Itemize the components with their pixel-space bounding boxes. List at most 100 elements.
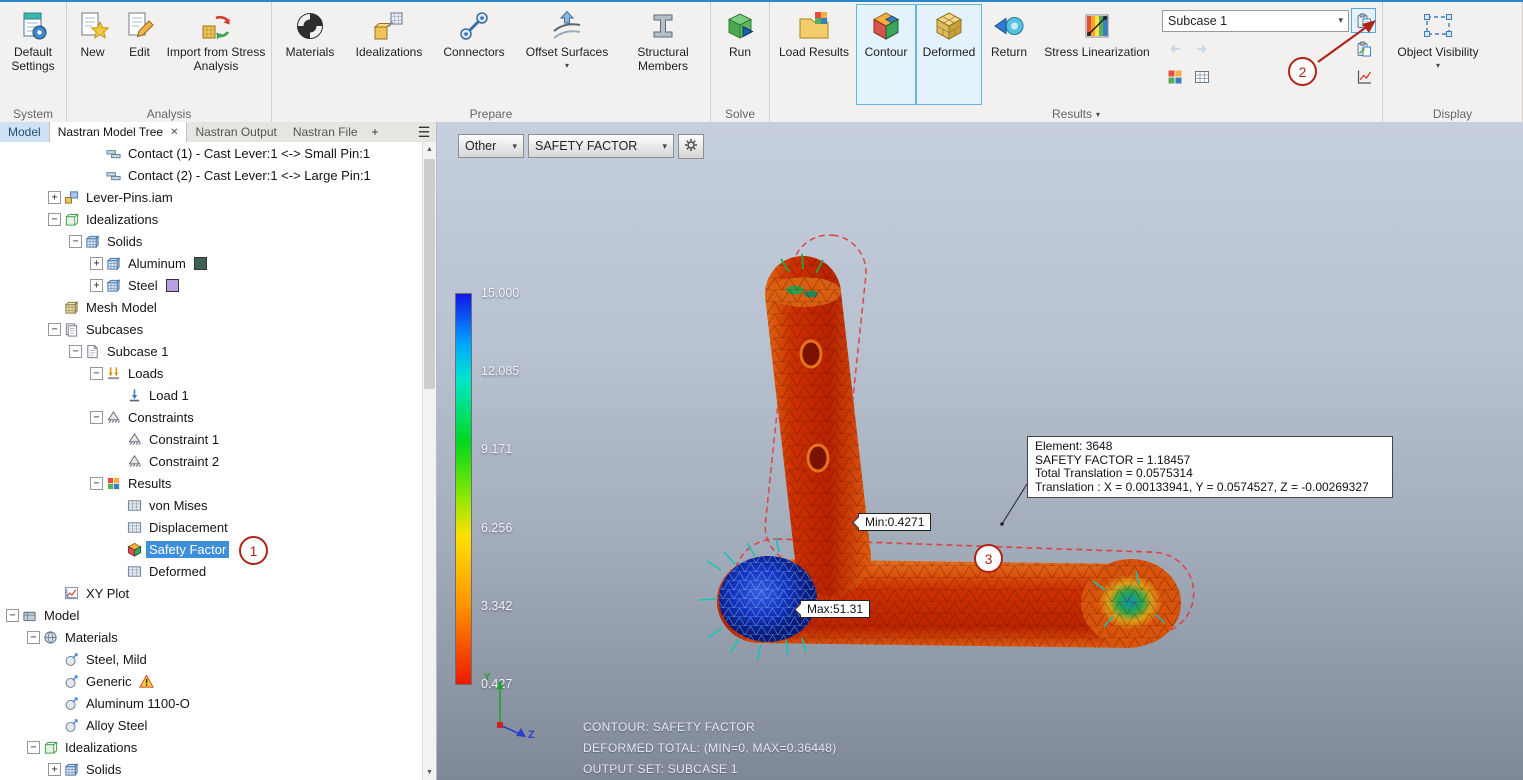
tree-scrollbar[interactable]: ▲ ▼ [422,142,436,780]
tree-item-load-1[interactable]: Load 1 [0,384,422,406]
object-visibility-button[interactable]: Object Visibility ▾ [1385,4,1491,105]
tree-item-aluminum[interactable]: + Aluminum [0,252,422,274]
panel-tab-nastran-model-tree[interactable]: Nastran Model Tree ✕ [48,122,188,142]
tree-item-label: Displacement [149,519,228,535]
tree-item-von-mises[interactable]: von Mises [0,494,422,516]
new-button[interactable]: New [69,4,116,105]
previous-result-button[interactable] [1162,36,1187,61]
tree-item-displacement[interactable]: Displacement [0,516,422,538]
graphics-viewport[interactable]: Other ▾ SAFETY FACTOR ▾ 15.000 12.085 9.17… [437,122,1523,780]
result-type-select[interactable]: SAFETY FACTOR ▾ [528,134,674,158]
idealizations-button[interactable]: Idealizations [346,4,432,105]
import-stress-icon [199,9,233,43]
tree-item-constraint-1[interactable]: Constraint 1 [0,428,422,450]
expand-toggle-icon[interactable]: + [48,762,61,776]
import-from-stress-analysis-button[interactable]: Import from Stress Analysis [163,4,269,105]
materials-folder-icon [43,630,58,645]
results-table-button[interactable] [1189,64,1214,89]
tree-item-label: Safety Factor [146,540,230,558]
collapse-toggle-icon[interactable]: − [90,476,103,490]
tree-item-solids[interactable]: + Solids [0,758,422,780]
tree-item-label: Subcase 1 [107,343,169,359]
scrollbar-track[interactable] [423,157,436,765]
tree-item-steel[interactable]: + Steel [0,274,422,296]
tree-item-solids[interactable]: − Solids [0,230,422,252]
collapse-toggle-icon[interactable]: − [69,234,82,248]
tree-item-contact-2-cast-lever-1-large-pin-1[interactable]: Contact (2) - Cast Lever:1 <-> Large Pin… [0,164,422,186]
collapse-toggle-icon[interactable]: − [6,608,19,622]
materials-button[interactable]: Materials [274,4,346,105]
panel-tab-add[interactable]: + [366,122,385,142]
tree-item-deformed[interactable]: Deformed [0,560,422,582]
tree-item-constraint-2[interactable]: Constraint 2 [0,450,422,472]
button-label: Idealizations [355,45,423,59]
expand-toggle-icon[interactable]: + [90,278,103,292]
results-icon [106,476,121,491]
tree-item-aluminum-1100-o[interactable]: Aluminum 1100-O [0,692,422,714]
plot-icon [127,498,142,513]
load-results-icon [797,9,831,43]
collapse-toggle-icon[interactable]: − [27,630,40,644]
panel-tab-nastran-file[interactable]: Nastran File [285,122,366,142]
contour-button[interactable]: Contour [856,4,916,105]
chevron-down-icon: ▾ [1435,60,1440,70]
collapse-toggle-icon[interactable]: − [27,740,40,754]
return-icon [992,9,1026,43]
tree-item-subcase-1[interactable]: − Subcase 1 [0,340,422,362]
color-palette-button[interactable] [1162,64,1187,89]
tree-item-xy-plot[interactable]: XY Plot [0,582,422,604]
probe-line: Element: 3648 [1035,439,1113,453]
tree-item-loads[interactable]: − Loads [0,362,422,384]
solids-icon [106,278,121,293]
tree-item-model[interactable]: − Model [0,604,422,626]
result-category-select[interactable]: Other ▾ [458,134,524,158]
tree-item-idealizations[interactable]: − Idealizations [0,736,422,758]
result-settings-button[interactable] [678,134,704,159]
expand-toggle-icon[interactable]: + [90,256,103,270]
tree-item-materials[interactable]: − Materials [0,626,422,648]
scrollbar-thumb[interactable] [424,159,435,389]
run-button[interactable]: Run [713,4,767,105]
tree-item-constraints[interactable]: − Constraints [0,406,422,428]
orientation-triad: Y Z [482,672,542,747]
stress-linearization-icon [1080,9,1114,43]
tree-item-lever-pins-iam[interactable]: + Lever-Pins.iam [0,186,422,208]
load-results-button[interactable]: Load Results [772,4,856,105]
tree-item-contact-1-cast-lever-1-small-pin-1[interactable]: Contact (1) - Cast Lever:1 <-> Small Pin… [0,142,422,164]
tree-item-alloy-steel[interactable]: Alloy Steel [0,714,422,736]
tree-item-idealizations[interactable]: − Idealizations [0,208,422,230]
tree-item-safety-factor[interactable]: Safety Factor [0,538,422,560]
collapse-toggle-icon[interactable]: − [90,410,103,424]
next-result-button[interactable] [1189,36,1214,61]
expand-toggle-icon[interactable]: + [48,190,61,204]
structural-members-button[interactable]: Structural Members [618,4,708,105]
tree-item-generic[interactable]: Generic [0,670,422,692]
stress-linearization-button[interactable]: Stress Linearization [1036,4,1158,105]
object-visibility-icon [1421,9,1455,43]
panel-tab-nastran-output[interactable]: Nastran Output [187,122,284,142]
edit-button[interactable]: Edit [116,4,163,105]
default-settings-button[interactable]: Default Settings [2,4,64,105]
collapse-toggle-icon[interactable]: − [48,212,61,226]
tree-item-mesh-model[interactable]: Mesh Model [0,296,422,318]
offset-surfaces-button[interactable]: Offset Surfaces ▾ [516,4,618,105]
tree-item-steel-mild[interactable]: Steel, Mild [0,648,422,670]
tree-item-label: Steel, Mild [86,651,147,667]
legend-tick-label: 3.342 [481,598,513,613]
scroll-up-icon[interactable]: ▲ [423,142,436,157]
connectors-button[interactable]: Connectors [432,4,516,105]
ribbon-group-label: System [12,106,53,121]
scroll-down-icon[interactable]: ▼ [423,765,436,780]
contour-info-text: CONTOUR: SAFETY FACTOR DEFORMED TOTAL: (M… [583,720,837,780]
return-button[interactable]: Return [982,4,1036,105]
close-tab-icon[interactable]: ✕ [170,127,178,138]
tree-item-results[interactable]: − Results [0,472,422,494]
collapse-toggle-icon[interactable]: − [48,322,61,336]
collapse-toggle-icon[interactable]: − [69,344,82,358]
panel-menu-icon[interactable]: ☰ [412,122,436,142]
tree-item-subcases[interactable]: − Subcases [0,318,422,340]
panel-tab-model[interactable]: Model [0,122,49,142]
collapse-toggle-icon[interactable]: − [90,366,103,380]
deformed-button[interactable]: Deformed [916,4,982,105]
run-icon [723,9,757,43]
